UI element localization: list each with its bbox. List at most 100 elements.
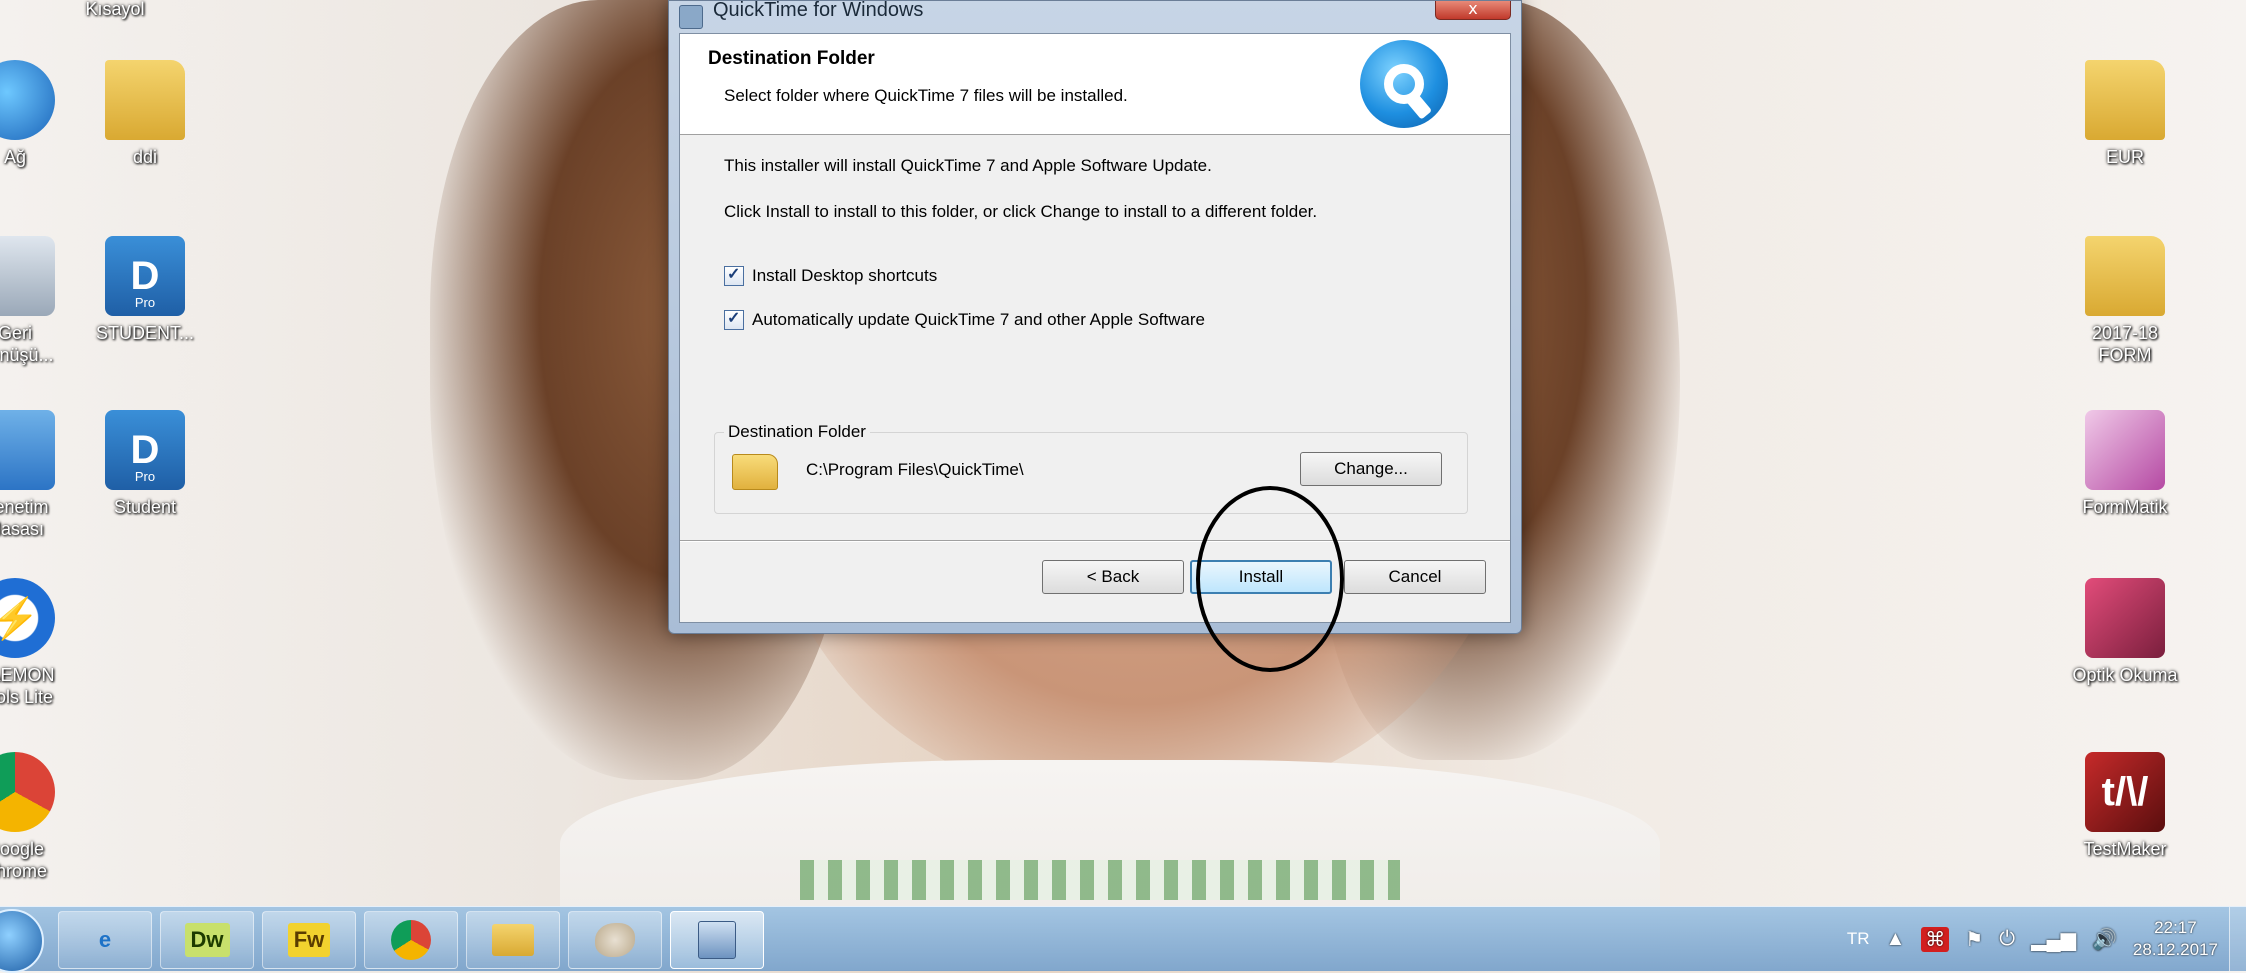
optik-okuma-icon xyxy=(2085,578,2165,658)
desktop-icon-eur[interactable]: EUR xyxy=(2070,60,2180,168)
cancel-button[interactable]: Cancel xyxy=(1344,560,1486,594)
chrome-icon xyxy=(391,920,431,960)
taskbar-explorer-button[interactable] xyxy=(466,911,560,969)
desktop-icon-label: Kısayol xyxy=(85,0,145,19)
dreamweaver-icon: Dw xyxy=(184,923,230,957)
info-line-1: This installer will install QuickTime 7 … xyxy=(724,156,1212,175)
dialog-client-area: Destination Folder Select folder where Q… xyxy=(679,33,1511,623)
desktop-icon-label: DAEMON Tools Lite xyxy=(0,665,55,707)
desktop-icon-control-panel[interactable]: Denetim Masası xyxy=(0,410,70,540)
taskbar-chrome-button[interactable] xyxy=(364,911,458,969)
desktop-shortcuts-label: Install Desktop shortcuts xyxy=(752,266,938,285)
show-desktop-button[interactable] xyxy=(2229,907,2246,971)
desktop-icon-label: 2017-18 FORM xyxy=(2091,323,2159,365)
desktop-icon-label: Optik Okuma xyxy=(2072,665,2178,685)
quicktime-logo-tail xyxy=(1405,92,1433,120)
desktop-icon-google-chrome[interactable]: Google Chrome xyxy=(0,752,70,882)
button-separator xyxy=(680,540,1510,542)
start-button[interactable] xyxy=(0,909,44,973)
pro-badge: Pro xyxy=(134,468,156,484)
desktop-icon-label: TestMaker xyxy=(2083,839,2167,859)
desktop-icon-label: Ağ xyxy=(3,147,27,167)
folder-icon xyxy=(2085,60,2165,140)
taskbar-paint-button[interactable] xyxy=(568,911,662,969)
taskbar-ie-button[interactable]: e xyxy=(58,911,152,969)
taskbar-installer-button[interactable] xyxy=(670,911,764,969)
network-icon xyxy=(0,60,55,140)
auto-update-option[interactable]: Automatically update QuickTime 7 and oth… xyxy=(724,308,1205,330)
desktop-icon-label: FormMatik xyxy=(2082,497,2168,517)
desktop-icon-label: Google Chrome xyxy=(0,839,48,881)
header-title: Destination Folder xyxy=(708,48,875,69)
network-signal-icon[interactable]: ▂▄▆ xyxy=(2031,927,2076,952)
desktop-icon-formmatik[interactable]: FormMatik xyxy=(2070,410,2180,518)
desktop-shortcuts-checkbox[interactable] xyxy=(724,264,744,286)
desktop-icon-recycle-bin[interactable]: Geri Dönüşü... xyxy=(0,236,70,366)
quicktime-installer-window: QuickTime for Windows x Destination Fold… xyxy=(668,0,1522,634)
quicktime-logo-icon xyxy=(1360,40,1448,128)
clock-time: 22:17 xyxy=(2154,918,2197,937)
testmaker-icon: t/\/ xyxy=(2085,752,2165,832)
desktop-icon-student[interactable]: D Pro Student xyxy=(90,410,200,518)
back-button[interactable]: < Back xyxy=(1042,560,1184,594)
change-button[interactable]: Change... xyxy=(1300,452,1442,486)
explorer-folder-icon xyxy=(492,924,534,956)
desktop-icon-kisayol[interactable]: Kısayol xyxy=(60,0,170,20)
taskbar-dreamweaver-button[interactable]: Dw xyxy=(160,911,254,969)
recycle-bin-icon xyxy=(0,236,55,316)
header-subtitle: Select folder where QuickTime 7 files wi… xyxy=(724,86,1128,105)
d-pro-shortcut-icon: D Pro xyxy=(105,410,185,490)
formmatik-icon xyxy=(2085,410,2165,490)
paint-palette-icon xyxy=(595,923,635,957)
annotation-circle xyxy=(1196,486,1344,672)
info-line-2: Click Install to install to this folder,… xyxy=(724,202,1318,221)
chrome-icon xyxy=(0,752,55,832)
desktop-icon-2017-18-form[interactable]: 2017-18 FORM xyxy=(2070,236,2180,366)
d-letter-icon: D xyxy=(130,427,160,472)
desktop-icon-testmaker[interactable]: t/\/ TestMaker xyxy=(2070,752,2180,860)
d-pro-icon: D Pro xyxy=(105,236,185,316)
taskbar: e Dw Fw TR ▲ ⌘ ⚑ ⏻ ▂▄▆ 🔊 22:17 28.12.201… xyxy=(0,906,2246,973)
internet-explorer-icon: e xyxy=(98,927,112,952)
desktop-icon-daemon-tools[interactable]: ⚡ DAEMON Tools Lite xyxy=(0,578,70,708)
action-center-flag-icon[interactable]: ⚑ xyxy=(1965,927,1983,952)
desktop-icon-student-pro[interactable]: D Pro STUDENT... xyxy=(90,236,200,344)
auto-update-label: Automatically update QuickTime 7 and oth… xyxy=(752,310,1205,329)
taskbar-fireworks-button[interactable]: Fw xyxy=(262,911,356,969)
power-plug-icon[interactable]: ⏻ xyxy=(1999,928,2015,951)
show-hidden-icons-arrow-icon[interactable]: ▲ xyxy=(1886,928,1906,951)
volume-icon[interactable]: 🔊 xyxy=(2092,927,2117,952)
language-indicator[interactable]: TR xyxy=(1847,929,1870,949)
wallpaper-dress-band xyxy=(800,860,1400,900)
desktop-icon-label: STUDENT... xyxy=(95,323,194,343)
desktop-icon-network[interactable]: Ağ xyxy=(0,60,70,168)
auto-update-checkbox[interactable] xyxy=(724,308,744,330)
daemon-lightning-icon: ⚡ xyxy=(0,578,55,658)
close-button[interactable]: x xyxy=(1435,1,1511,20)
pro-badge: Pro xyxy=(134,294,156,310)
folder-icon xyxy=(732,454,778,490)
desktop-icon-label: EUR xyxy=(2105,147,2144,167)
clock-date: 28.12.2017 xyxy=(2132,940,2218,959)
desktop-icon-label: Geri Dönüşü... xyxy=(0,323,54,365)
destination-folder-legend: Destination Folder xyxy=(724,422,870,442)
control-panel-icon xyxy=(0,410,55,490)
folder-icon xyxy=(105,60,185,140)
desktop-icon-label: ddi xyxy=(132,147,158,167)
dialog-header: Destination Folder Select folder where Q… xyxy=(680,34,1510,135)
installer-icon xyxy=(679,5,703,29)
desktop-shortcuts-option[interactable]: Install Desktop shortcuts xyxy=(724,264,938,286)
desktop-icon-label: Denetim Masası xyxy=(0,497,49,539)
d-letter-icon: D xyxy=(130,253,160,298)
destination-path: C:\Program Files\QuickTime\ xyxy=(806,460,1024,479)
folder-icon xyxy=(2085,236,2165,316)
system-tray: TR ▲ ⌘ ⚑ ⏻ ▂▄▆ 🔊 22:17 28.12.2017 xyxy=(1847,907,2218,971)
desktop-icon-ddi[interactable]: ddi xyxy=(90,60,200,168)
clock[interactable]: 22:17 28.12.2017 xyxy=(2133,917,2218,961)
installer-icon xyxy=(698,921,736,959)
desktop-icon-optik-okuma[interactable]: Optik Okuma xyxy=(2070,578,2180,686)
window-title: QuickTime for Windows xyxy=(713,0,924,21)
title-bar[interactable]: QuickTime for Windows x xyxy=(669,0,1521,33)
fireworks-icon: Fw xyxy=(287,923,331,957)
acrobat-icon[interactable]: ⌘ xyxy=(1921,926,1950,952)
